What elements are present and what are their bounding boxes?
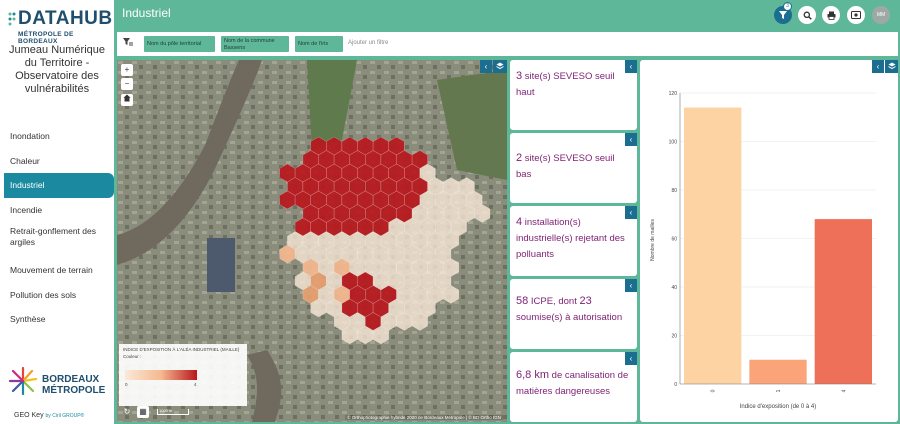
chart-options-button[interactable]: [885, 60, 898, 73]
bar-1[interactable]: [749, 359, 807, 384]
y-tick-label: 20: [671, 334, 677, 340]
bar-4[interactable]: [814, 219, 872, 384]
layers-icon: [887, 62, 896, 70]
legend-title: INDICE D'EXPOSITION À L'ALÉA INDUSTRIEL …: [123, 347, 240, 352]
bar-chart: 0 20 40 60 80 100 120 0 1 4 Indice d'exposition …: [650, 91, 876, 410]
print-button[interactable]: [822, 6, 840, 24]
map-collapse-button[interactable]: ‹: [480, 60, 492, 73]
logo-subtext: MÉTROPOLE DE BORDEAUX: [18, 31, 74, 45]
chip-label: Nom du pôle territorial: [147, 41, 202, 47]
legend-min: 0: [125, 382, 128, 387]
search-icon: [803, 11, 812, 20]
kpi-text: site(s) SEVESO seuil haut: [516, 71, 615, 98]
screenshot-button[interactable]: [847, 6, 865, 24]
refresh-button[interactable]: ↻: [121, 406, 133, 418]
zoom-out-button[interactable]: −: [121, 78, 133, 90]
kpi-value: 58: [516, 295, 529, 307]
sidebar-item-incendie[interactable]: Incendie: [0, 198, 114, 223]
chip-value: Bassens: [224, 45, 246, 51]
y-tick-label: 0: [674, 382, 677, 388]
kpi-text: installation(s) industrielle(s) rejetant…: [516, 217, 625, 260]
kpi-value-2: 23: [579, 295, 592, 307]
sidebar-item-chaleur[interactable]: Chaleur: [0, 149, 114, 174]
logo-text: DATAHUB: [18, 8, 113, 29]
basemap-button[interactable]: ▦: [137, 406, 149, 418]
filter-bar: Nom du pôle territorial Nom de la commun…: [117, 32, 898, 56]
print-icon: [827, 11, 835, 20]
search-button[interactable]: [798, 6, 816, 24]
filter-chip-iris[interactable]: Nom de l'iris: [295, 36, 343, 52]
bar-0[interactable]: [684, 107, 742, 385]
card-collapse-button[interactable]: ‹: [625, 60, 637, 73]
screenshot-icon: [851, 11, 861, 19]
footer-by: by Ciril GROUP®: [45, 413, 85, 419]
kpi-text: site(s) SEVESO seuil bas: [516, 153, 615, 180]
chip-label: Nom de l'iris: [298, 41, 329, 47]
y-tick-label: 120: [669, 91, 678, 97]
map-layers-button[interactable]: [493, 60, 507, 73]
map-scale: 1000 m: [157, 409, 189, 415]
home-icon: [123, 94, 131, 102]
kpi-text-2: soumise(s) à autorisation: [516, 312, 623, 323]
kpi-card-seveso-high: ‹ 3 site(s) SEVESO seuil haut: [510, 60, 637, 130]
kpi-card-installations: ‹ 4 installation(s) industrielle(s) reje…: [510, 206, 637, 276]
metropole-star-icon: [8, 366, 38, 396]
x-tick-label: 0: [711, 389, 717, 392]
filter-settings-icon[interactable]: [123, 38, 133, 49]
map-attribution: © Orthophotographie hybride 2020 de Bord…: [345, 415, 503, 420]
footer: GEO Key by Ciril GROUP®: [14, 412, 84, 419]
card-collapse-button[interactable]: ‹: [625, 279, 637, 292]
zoom-in-button[interactable]: +: [121, 64, 133, 76]
x-tick-label: 1: [776, 389, 782, 392]
x-tick-label: 4: [841, 389, 847, 392]
filter-chip-commune[interactable]: Nom de la commune Bassens: [221, 36, 289, 52]
home-button[interactable]: [121, 94, 133, 106]
kpi-value: 6,8 km: [516, 369, 550, 381]
avatar[interactable]: MM: [872, 6, 890, 24]
app-subtitle: Jumeau Numérique du Territoire - Observa…: [9, 44, 105, 95]
card-collapse-button[interactable]: ‹: [625, 133, 637, 146]
y-tick-label: 40: [671, 285, 677, 291]
map-legend: INDICE D'EXPOSITION À L'ALÉA INDUSTRIEL …: [119, 344, 247, 406]
bordeaux-metropole-logo: BORDEAUX MÉTROPOLE: [8, 364, 108, 404]
y-tick-label: 60: [671, 237, 677, 243]
sidebar-item-industriel[interactable]: Industriel: [4, 173, 114, 198]
bordeaux-metropole-text: BORDEAUX MÉTROPOLE: [42, 374, 106, 396]
chip-label: Nom de la commune: [224, 38, 275, 44]
legend-color-label: Couleur :: [123, 354, 142, 359]
y-axis-label: Nombre de mailles: [650, 219, 656, 261]
y-tick-label: 100: [669, 140, 678, 146]
y-tick-label: 80: [671, 188, 677, 194]
chart-panel: ‹ 0 20 40 60 80 100 120 0 1 4 Indice d'expositio…: [640, 60, 898, 422]
layers-icon: [496, 62, 504, 70]
kpi-card-icpe: ‹ 58 ICPE, dont 23 soumise(s) à autorisa…: [510, 279, 637, 349]
kpi-card-pipelines: ‹ 6,8 km de canalisation de matières dan…: [510, 352, 637, 422]
sidebar: DATAHUB MÉTROPOLE DE BORDEAUX Jumeau Num…: [0, 0, 114, 424]
kpi-text: ICPE, dont: [528, 296, 580, 307]
card-collapse-button[interactable]: ‹: [625, 206, 637, 219]
filter-chip-pole[interactable]: Nom du pôle territorial: [144, 36, 215, 52]
kpi-card-seveso-low: ‹ 2 site(s) SEVESO seuil bas: [510, 133, 637, 203]
logo-dots-icon: [8, 12, 16, 26]
filter-count-badge: 3: [783, 2, 792, 11]
sidebar-item-pollution-des-sols[interactable]: Pollution des sols: [0, 283, 114, 308]
x-axis-label: Indice d'exposition (de 0 à 4): [740, 404, 817, 410]
sidebar-item-mouvement-de-terrain[interactable]: Mouvement de terrain: [0, 258, 114, 283]
page-title: Industriel: [122, 6, 171, 20]
sidebar-item-retrait-gonflement-des-argiles[interactable]: Retrait-gonflement des argiles: [0, 222, 114, 258]
add-filter-input[interactable]: Ajouter un filtre: [348, 40, 388, 46]
legend-color-bar: [125, 370, 197, 380]
card-collapse-button[interactable]: ‹: [625, 352, 637, 365]
datahub-logo[interactable]: DATAHUB MÉTROPOLE DE BORDEAUX: [8, 8, 112, 45]
filter-icon: [779, 11, 787, 19]
map-view[interactable]: + − ‹ INDICE D'EXPOSITION À L'ALÉA INDUS…: [117, 60, 507, 422]
sidebar-item-synth-se[interactable]: Synthèse: [0, 307, 114, 332]
sidebar-item-inondation[interactable]: Inondation: [0, 124, 114, 149]
legend-max: 4: [194, 382, 197, 387]
map-solar-field: [207, 238, 235, 292]
chart-collapse-button[interactable]: ‹: [872, 60, 884, 73]
footer-brand: GEO Key: [14, 412, 44, 419]
sidebar-nav: Inondation Chaleur Industriel Incendie Retra…: [0, 124, 114, 332]
